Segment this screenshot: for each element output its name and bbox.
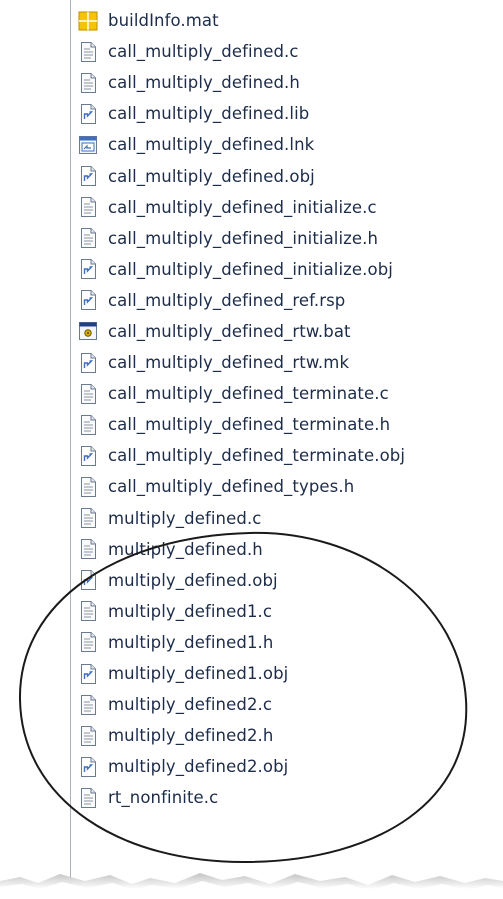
file-list-panel: buildInfo.mat call_multiply_defined.ccall… [70, 0, 503, 899]
file-list-item[interactable]: multiply_defined1.c [78, 596, 405, 627]
file-name-label: call_multiply_defined_initialize.c [108, 197, 377, 217]
text-file-icon [78, 725, 98, 747]
text-file-icon [78, 227, 98, 249]
file-list-item[interactable]: call_multiply_defined_ref.rsp [78, 285, 405, 316]
file-list-item[interactable]: multiply_defined2.h [78, 720, 405, 751]
file-list-item[interactable]: call_multiply_defined_initialize.c [78, 192, 405, 223]
file-name-label: call_multiply_defined_terminate.obj [108, 446, 406, 466]
file-list: buildInfo.mat call_multiply_defined.ccall… [78, 5, 405, 813]
file-list-item[interactable]: multiply_defined2.c [78, 689, 405, 720]
text-file-icon [78, 383, 98, 405]
file-list-item[interactable]: call_multiply_defined.h [78, 67, 405, 98]
file-name-label: call_multiply_defined_ref.rsp [108, 290, 346, 310]
object-file-icon [78, 569, 98, 591]
mat-file-icon [78, 10, 98, 32]
file-list-item[interactable]: multiply_defined2.obj [78, 751, 405, 782]
batch-file-icon [78, 320, 98, 342]
text-file-icon [78, 631, 98, 653]
shortcut-file-icon [78, 134, 98, 156]
file-list-item[interactable]: call_multiply_defined.obj [78, 160, 405, 191]
file-name-label: call_multiply_defined_rtw.bat [108, 321, 351, 341]
file-name-label: multiply_defined.h [108, 539, 263, 559]
file-name-label: call_multiply_defined.lnk [108, 135, 315, 155]
file-name-label: rt_nonfinite.c [108, 788, 219, 808]
file-list-item[interactable]: call_multiply_defined_initialize.h [78, 223, 405, 254]
text-file-icon [78, 41, 98, 63]
file-name-label: multiply_defined1.h [108, 632, 274, 652]
file-name-label: call_multiply_defined_rtw.mk [108, 353, 350, 373]
file-list-item[interactable]: multiply_defined1.h [78, 627, 405, 658]
file-list-item[interactable]: call_multiply_defined_rtw.mk [78, 347, 405, 378]
file-name-label: multiply_defined1.obj [108, 664, 289, 684]
file-name-label: multiply_defined.c [108, 508, 262, 528]
file-list-item[interactable]: call_multiply_defined_terminate.obj [78, 440, 405, 471]
file-list-item[interactable]: rt_nonfinite.c [78, 782, 405, 813]
file-list-item[interactable]: multiply_defined.obj [78, 565, 405, 596]
text-file-icon [78, 476, 98, 498]
object-file-icon [78, 103, 98, 125]
text-file-icon [78, 787, 98, 809]
file-name-label: call_multiply_defined_initialize.h [108, 228, 379, 248]
text-file-icon [78, 600, 98, 622]
file-name-label: multiply_defined.obj [108, 570, 278, 590]
object-file-icon [78, 165, 98, 187]
text-file-icon [78, 72, 98, 94]
torn-paper-edge [0, 873, 503, 899]
file-name-label: call_multiply_defined_terminate.h [108, 415, 391, 435]
file-name-label: call_multiply_defined.h [108, 73, 300, 93]
file-name-label: call_multiply_defined_initialize.obj [108, 259, 393, 279]
file-name-label: multiply_defined2.obj [108, 757, 289, 777]
file-list-item[interactable]: call_multiply_defined.c [78, 36, 405, 67]
file-list-item[interactable]: call_multiply_defined_terminate.h [78, 409, 405, 440]
file-list-item[interactable]: call_multiply_defined_rtw.bat [78, 316, 405, 347]
file-name-label: call_multiply_defined.lib [108, 104, 310, 124]
file-name-label: call_multiply_defined.obj [108, 166, 315, 186]
file-name-label: call_multiply_defined_types.h [108, 477, 355, 497]
file-name-label: multiply_defined1.c [108, 601, 273, 621]
object-file-icon [78, 258, 98, 280]
text-file-icon [78, 196, 98, 218]
object-file-icon [78, 289, 98, 311]
file-name-label: call_multiply_defined_terminate.c [108, 384, 389, 404]
object-file-icon [78, 663, 98, 685]
text-file-icon [78, 694, 98, 716]
file-list-item[interactable]: multiply_defined1.obj [78, 658, 405, 689]
file-list-item[interactable]: call_multiply_defined_types.h [78, 471, 405, 502]
file-list-item[interactable]: buildInfo.mat [78, 5, 405, 36]
file-list-item[interactable]: call_multiply_defined_terminate.c [78, 378, 405, 409]
file-list-item[interactable]: call_multiply_defined_initialize.obj [78, 254, 405, 285]
file-list-item[interactable]: multiply_defined.c [78, 503, 405, 534]
file-list-item[interactable]: call_multiply_defined.lnk [78, 129, 405, 160]
object-file-icon [78, 756, 98, 778]
text-file-icon [78, 538, 98, 560]
file-name-label: buildInfo.mat [108, 11, 219, 31]
text-file-icon [78, 414, 98, 436]
file-name-label: multiply_defined2.c [108, 695, 273, 715]
text-file-icon [78, 507, 98, 529]
file-name-label: multiply_defined2.h [108, 726, 274, 746]
object-file-icon [78, 352, 98, 374]
file-name-label: call_multiply_defined.c [108, 42, 299, 62]
file-list-item[interactable]: multiply_defined.h [78, 534, 405, 565]
file-list-item[interactable]: call_multiply_defined.lib [78, 98, 405, 129]
object-file-icon [78, 445, 98, 467]
